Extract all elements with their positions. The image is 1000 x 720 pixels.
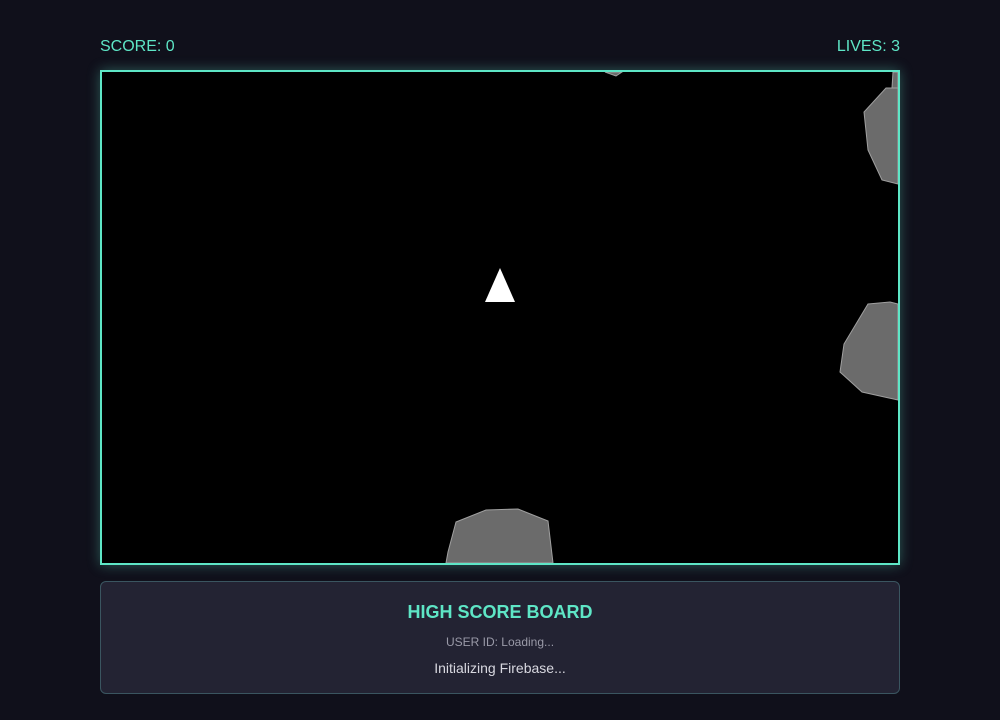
asteroid — [839, 301, 898, 401]
firebase-status-text: Initializing Firebase... — [434, 660, 566, 676]
asteroid — [604, 72, 623, 77]
user-id-text: USER ID: Loading... — [445, 635, 555, 649]
game-scene — [445, 72, 898, 563]
score-display: SCORE: 0 — [100, 38, 175, 55]
high-score-board: HIGH SCORE BOARD USER ID: Loading... Ini… — [100, 581, 900, 694]
game-canvas[interactable] — [100, 70, 900, 565]
asteroid — [891, 72, 898, 89]
asteroid — [445, 508, 554, 563]
hud-bar: SCORE: 0 LIVES: 3 — [100, 38, 900, 58]
scoreboard-title: HIGH SCORE BOARD — [407, 602, 593, 622]
player-ship-icon — [485, 268, 515, 302]
asteroid — [863, 87, 898, 185]
lives-display: LIVES: 3 — [836, 38, 900, 55]
